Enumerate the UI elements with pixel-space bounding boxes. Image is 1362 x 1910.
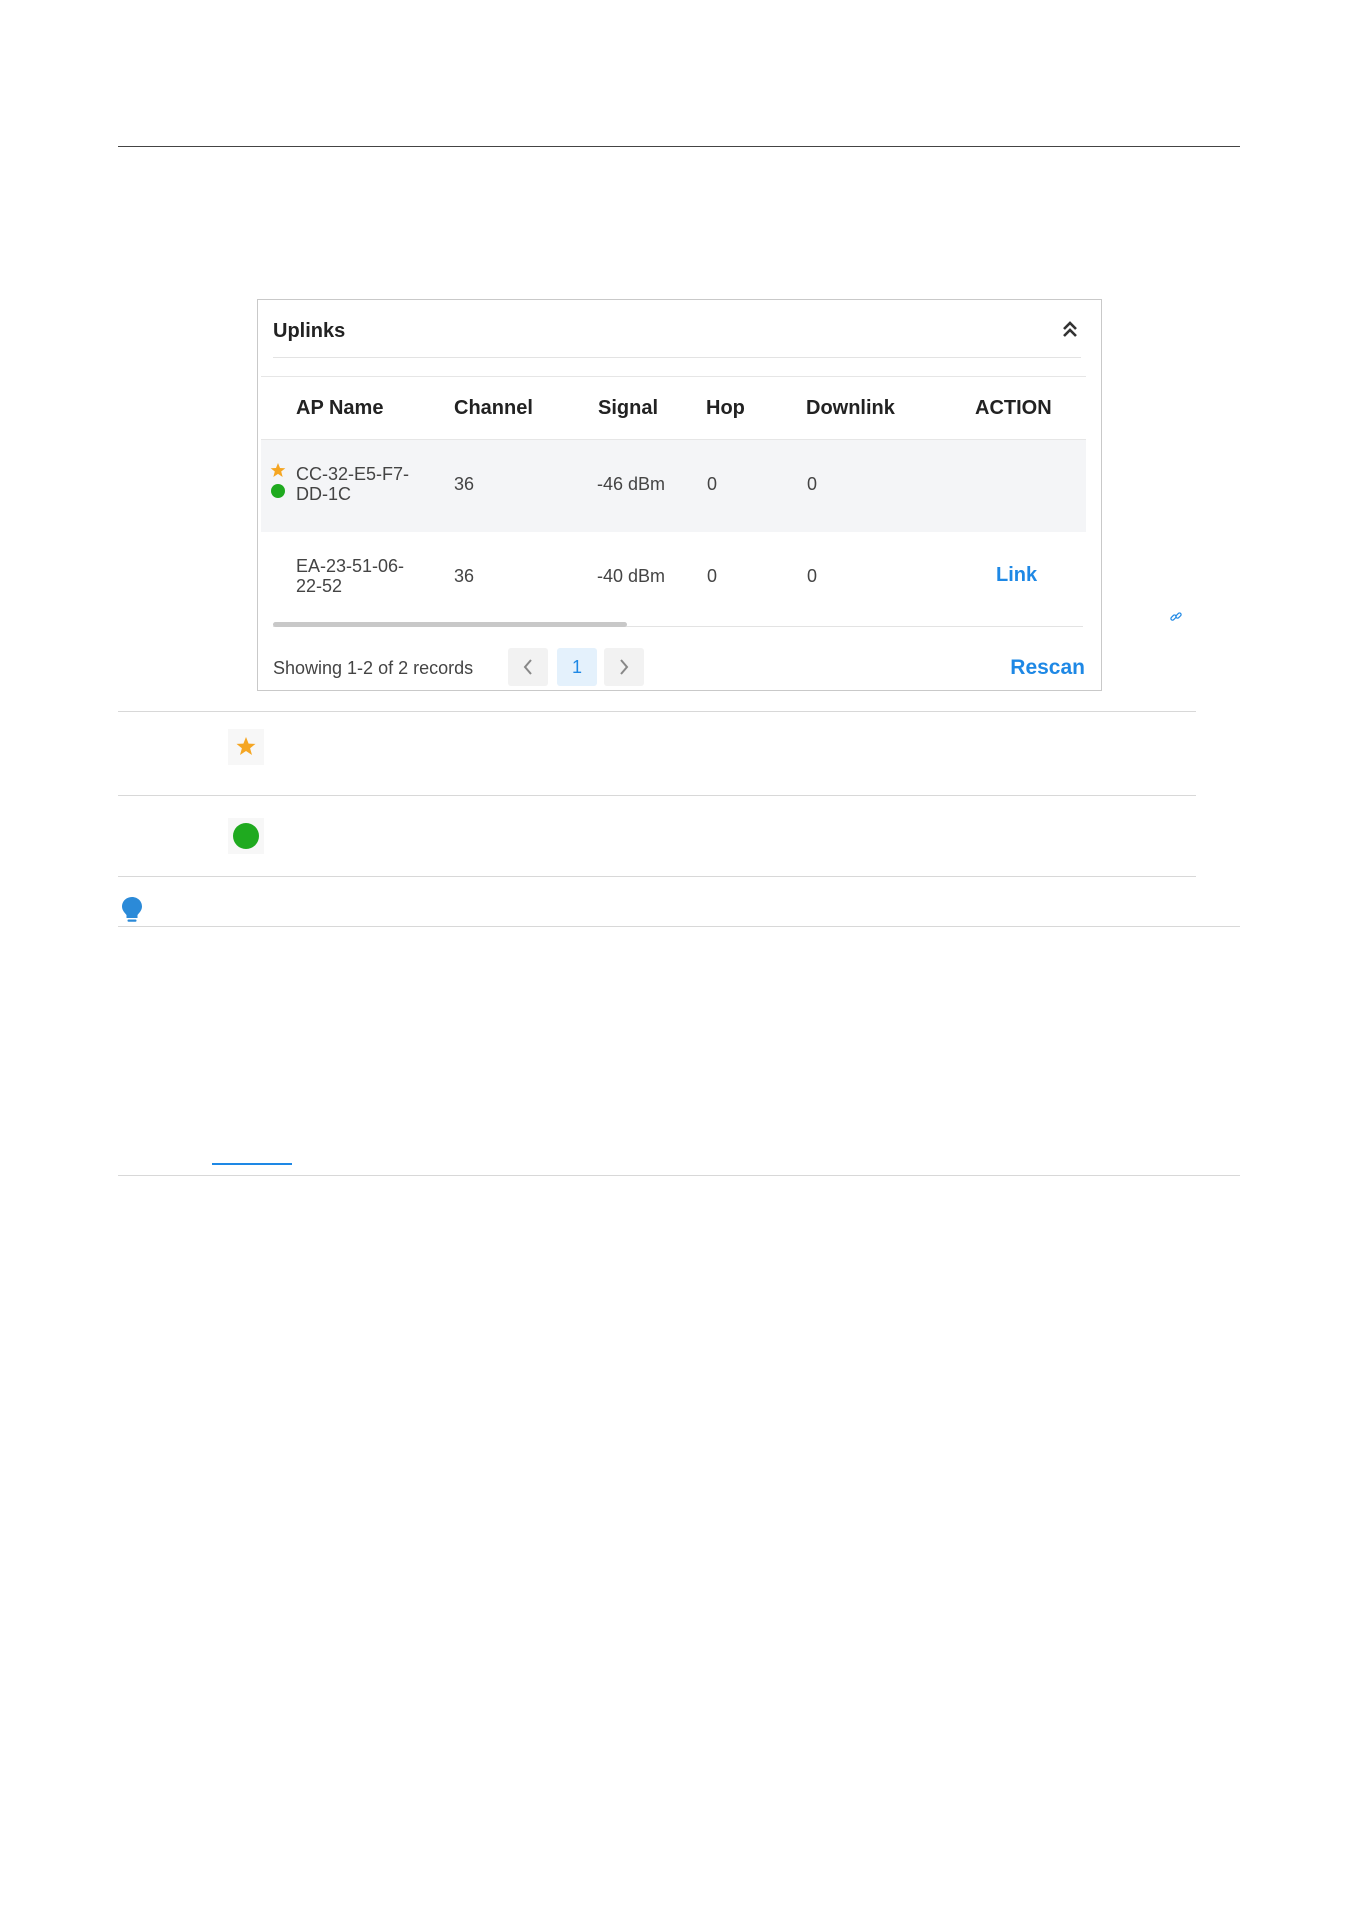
- star-icon: [270, 463, 286, 477]
- uplinks-panel: Uplinks AP Name Channel Signal Hop Downl…: [257, 299, 1102, 691]
- chevron-left-icon: [523, 659, 532, 675]
- collapse-button[interactable]: [1057, 316, 1083, 342]
- uplinks-table: AP Name Channel Signal Hop Downlink ACTI…: [261, 376, 1086, 624]
- lightbulb-icon: [120, 895, 144, 925]
- channel-cell: 36: [454, 566, 475, 586]
- legend-green-dot: [228, 818, 264, 854]
- top-divider: [118, 146, 1240, 147]
- table-header: AP Name Channel Signal Hop Downlink ACTI…: [261, 376, 1086, 440]
- panel-header-divider: [273, 357, 1081, 358]
- bottom-divider: [118, 1175, 1240, 1176]
- text-link[interactable]: [212, 1163, 292, 1165]
- table-row[interactable]: EA-23-51-06-22-52 36 -40 dBm 0 0 Link: [261, 532, 1086, 624]
- green-dot-icon: [233, 823, 259, 849]
- prev-page-button[interactable]: [508, 648, 548, 686]
- col-hop[interactable]: Hop: [706, 397, 745, 420]
- ap-name-cell: EA-23-51-06-22-52: [296, 556, 405, 596]
- col-ap-name[interactable]: AP Name: [296, 397, 383, 420]
- hop-cell: 0: [707, 474, 718, 494]
- table-row[interactable]: CC-32-E5-F7-DD-1C 36 -46 dBm 0 0: [261, 440, 1086, 532]
- downlink-cell: 0: [807, 474, 818, 494]
- green-dot-icon: [271, 484, 285, 498]
- col-downlink[interactable]: Downlink: [806, 397, 895, 420]
- link-button[interactable]: Link: [996, 564, 1037, 587]
- signal-cell: -46 dBm: [597, 474, 666, 494]
- page-1-button[interactable]: 1: [557, 648, 597, 686]
- records-count: Showing 1-2 of 2 records: [273, 658, 474, 678]
- legend-divider: [118, 876, 1196, 877]
- star-icon: [236, 737, 256, 755]
- col-channel[interactable]: Channel: [454, 397, 533, 420]
- chevron-right-icon: [620, 659, 629, 675]
- signal-cell: -40 dBm: [597, 566, 666, 586]
- rescan-button[interactable]: Rescan: [1010, 656, 1085, 680]
- ap-name-cell: CC-32-E5-F7-DD-1C: [296, 464, 410, 504]
- col-signal[interactable]: Signal: [598, 397, 658, 420]
- downlink-cell: 0: [807, 566, 818, 586]
- horizontal-scrollbar[interactable]: [273, 622, 627, 627]
- col-action: ACTION: [975, 397, 1052, 419]
- hop-cell: 0: [707, 566, 718, 586]
- legend-star: [228, 729, 264, 765]
- next-page-button[interactable]: [604, 648, 644, 686]
- legend-divider: [118, 795, 1196, 796]
- panel-title: Uplinks: [273, 320, 346, 342]
- link-icon[interactable]: [1169, 610, 1183, 624]
- tip-divider: [118, 926, 1240, 927]
- channel-cell: 36: [454, 474, 475, 494]
- double-chevron-up-icon: [1063, 321, 1077, 337]
- legend-divider: [118, 711, 1196, 712]
